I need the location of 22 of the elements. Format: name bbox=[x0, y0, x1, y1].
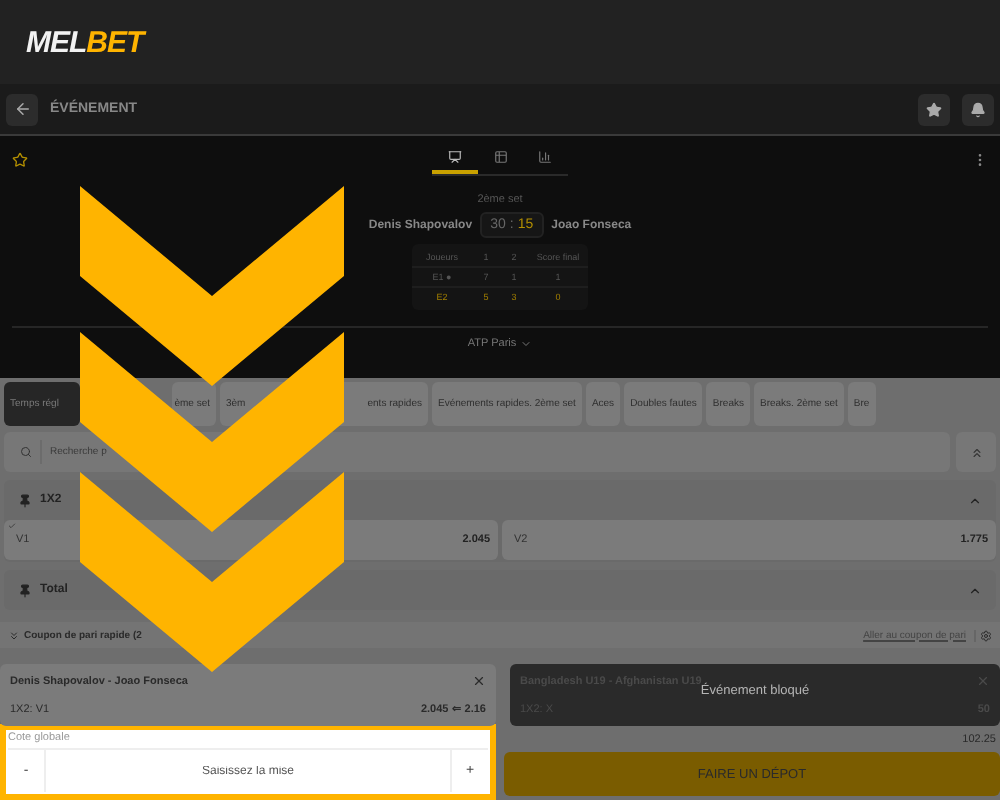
collapse-icon[interactable] bbox=[968, 583, 982, 597]
bell-icon bbox=[970, 101, 986, 117]
collapse-icon[interactable] bbox=[968, 493, 982, 507]
back-button[interactable] bbox=[6, 93, 38, 125]
pin-icon[interactable] bbox=[18, 583, 32, 597]
star-icon[interactable] bbox=[12, 152, 28, 168]
search-icon bbox=[20, 446, 32, 458]
bar-chart-icon bbox=[538, 150, 553, 164]
chevron-down-icon[interactable] bbox=[520, 338, 533, 350]
close-button[interactable] bbox=[976, 674, 990, 688]
chevrons-up-icon bbox=[969, 445, 983, 459]
table-icon bbox=[493, 150, 507, 164]
settings-icon[interactable] bbox=[980, 629, 992, 641]
scoreboard-icon bbox=[447, 150, 462, 164]
favorite-button[interactable] bbox=[918, 93, 950, 125]
chevrons-down-icon[interactable] bbox=[8, 629, 20, 641]
pin-icon[interactable] bbox=[18, 493, 32, 507]
arrow-left-icon bbox=[13, 100, 31, 118]
melbet-logo: MELBET bbox=[26, 25, 144, 59]
star-icon bbox=[926, 101, 942, 117]
close-button[interactable] bbox=[472, 674, 486, 688]
notification-button[interactable] bbox=[962, 93, 994, 125]
